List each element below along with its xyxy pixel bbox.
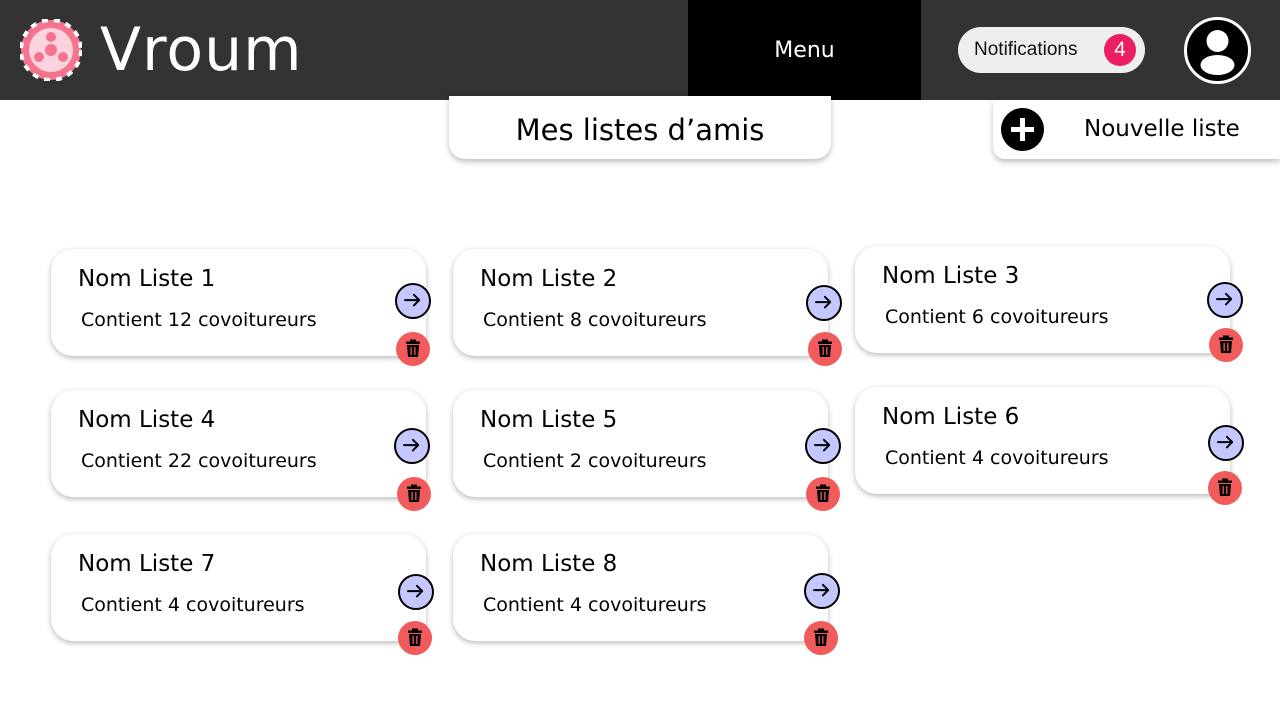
plus-icon: [1001, 108, 1044, 151]
notifications-count-badge: 4: [1104, 34, 1136, 66]
menu-button[interactable]: Menu: [688, 0, 921, 100]
trash-icon[interactable]: [806, 477, 840, 511]
trash-icon[interactable]: [396, 332, 430, 366]
arrow-right-circle-icon[interactable]: [398, 574, 434, 610]
top-bar: Vroum Menu Notifications 4: [0, 0, 1280, 100]
list-name: Nom Liste 5: [480, 407, 618, 433]
list-member-count: Contient 12 covoitureurs: [81, 309, 317, 331]
list-card[interactable]: Nom Liste 5 Contient 2 covoitureurs: [453, 390, 828, 497]
trash-icon[interactable]: [398, 621, 432, 655]
list-card[interactable]: Nom Liste 8 Contient 4 covoitureurs: [453, 534, 828, 641]
list-card[interactable]: Nom Liste 4 Contient 22 covoitureurs: [51, 390, 426, 497]
trash-icon[interactable]: [397, 477, 431, 511]
arrow-right-circle-icon[interactable]: [805, 428, 841, 464]
new-list-button[interactable]: Nouvelle liste: [993, 100, 1280, 159]
list-card[interactable]: Nom Liste 1 Contient 12 covoitureurs: [51, 249, 426, 356]
list-card[interactable]: Nom Liste 7 Contient 4 covoitureurs: [51, 534, 426, 641]
arrow-right-circle-icon[interactable]: [394, 428, 430, 464]
trash-icon[interactable]: [804, 621, 838, 655]
arrow-right-circle-icon[interactable]: [804, 573, 840, 609]
list-member-count: Contient 4 covoitureurs: [81, 594, 305, 616]
list-member-count: Contient 22 covoitureurs: [81, 450, 317, 472]
list-card[interactable]: Nom Liste 3 Contient 6 covoitureurs: [855, 246, 1230, 353]
list-card[interactable]: Nom Liste 6 Contient 4 covoitureurs: [855, 387, 1230, 494]
list-member-count: Contient 2 covoitureurs: [483, 450, 707, 472]
list-member-count: Contient 4 covoitureurs: [885, 447, 1109, 469]
steering-wheel-icon[interactable]: [19, 18, 83, 82]
list-name: Nom Liste 7: [78, 551, 216, 577]
list-member-count: Contient 6 covoitureurs: [885, 306, 1109, 328]
app-brand[interactable]: Vroum: [100, 12, 303, 88]
arrow-right-circle-icon[interactable]: [806, 285, 842, 321]
arrow-right-circle-icon[interactable]: [1208, 425, 1244, 461]
notifications-button[interactable]: Notifications 4: [958, 27, 1145, 73]
trash-icon[interactable]: [1208, 471, 1242, 505]
notifications-label: Notifications: [974, 39, 1078, 60]
user-icon[interactable]: [1184, 17, 1251, 84]
list-member-count: Contient 8 covoitureurs: [483, 309, 707, 331]
list-name: Nom Liste 8: [480, 551, 618, 577]
arrow-right-circle-icon[interactable]: [395, 283, 431, 319]
list-member-count: Contient 4 covoitureurs: [483, 594, 707, 616]
arrow-right-circle-icon[interactable]: [1207, 282, 1243, 318]
trash-icon[interactable]: [808, 332, 842, 366]
list-card[interactable]: Nom Liste 2 Contient 8 covoitureurs: [453, 249, 828, 356]
list-name: Nom Liste 2: [480, 266, 618, 292]
trash-icon[interactable]: [1209, 328, 1243, 362]
list-name: Nom Liste 4: [78, 407, 216, 433]
new-list-label: Nouvelle liste: [1084, 116, 1240, 142]
page-title: Mes listes d’amis: [449, 96, 831, 159]
list-name: Nom Liste 6: [882, 404, 1020, 430]
list-name: Nom Liste 3: [882, 263, 1020, 289]
list-name: Nom Liste 1: [78, 266, 216, 292]
